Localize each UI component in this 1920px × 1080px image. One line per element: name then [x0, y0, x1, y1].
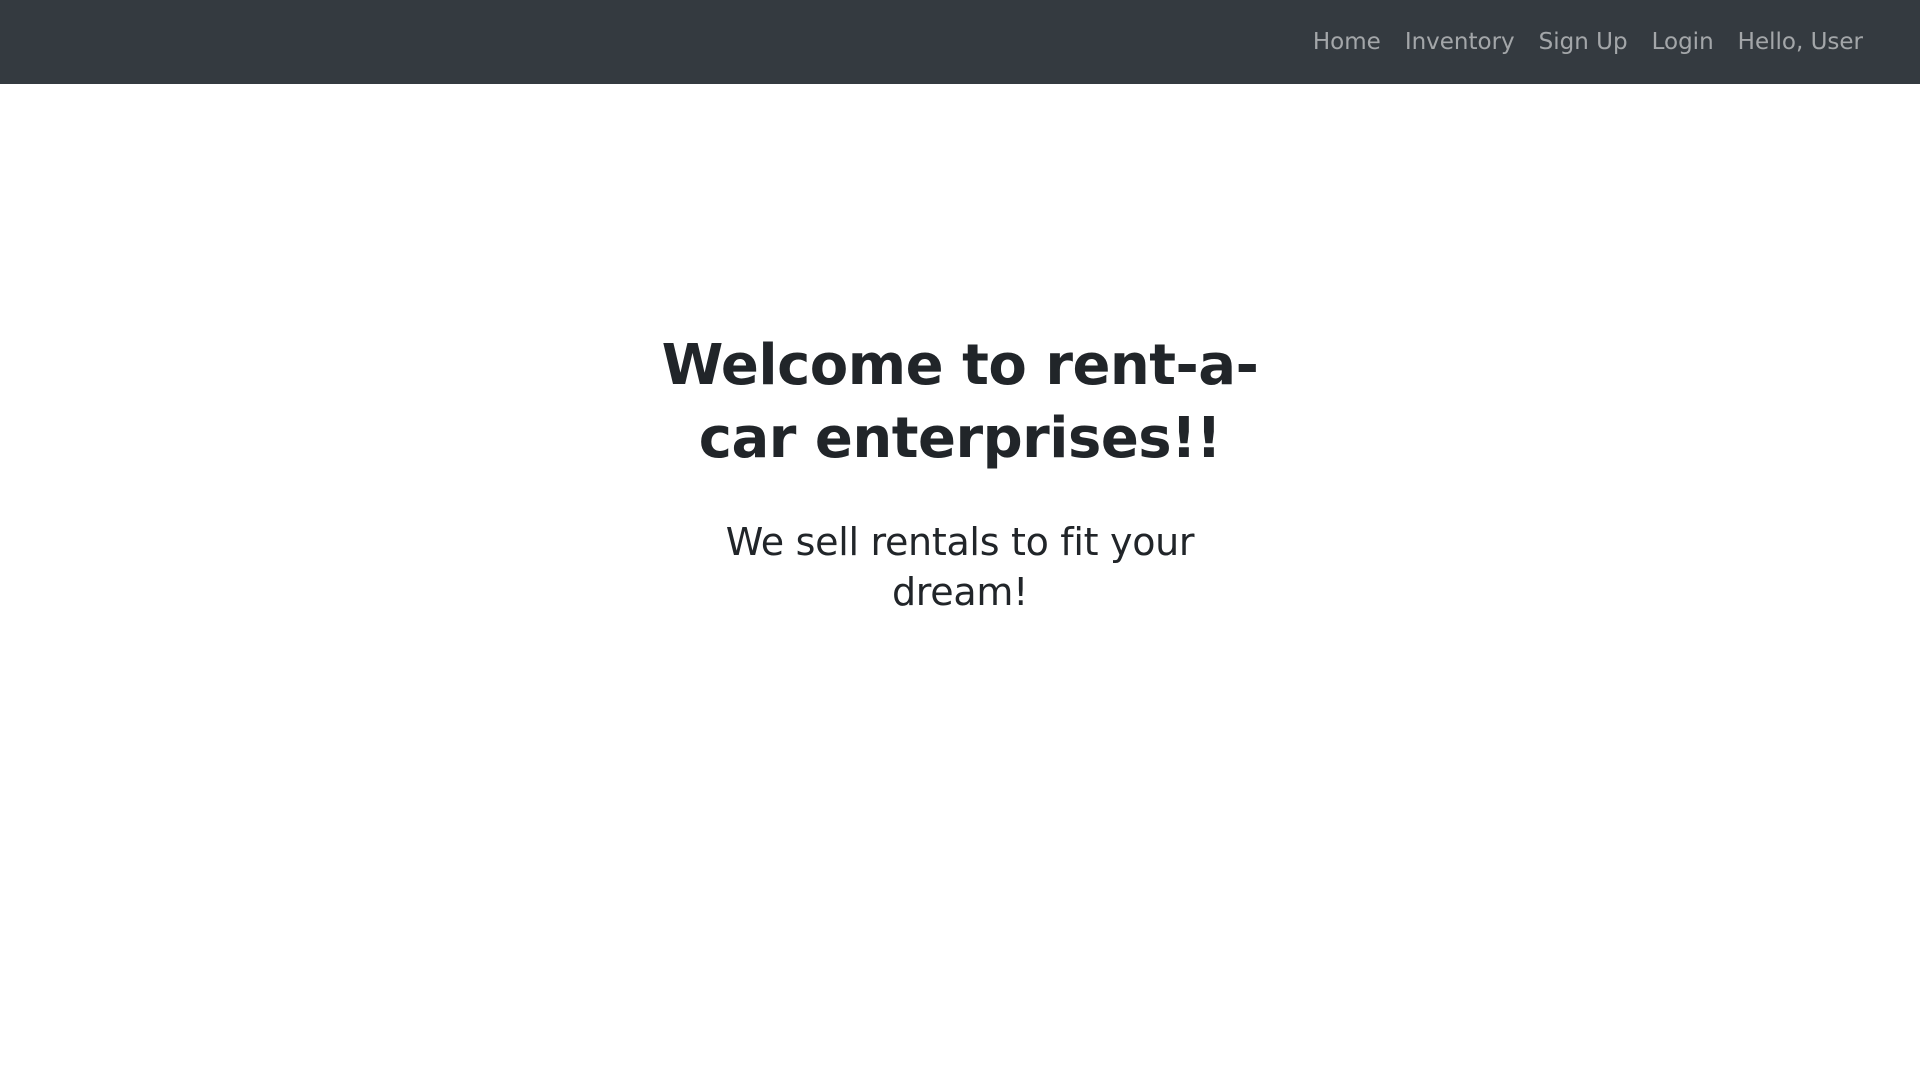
- main-content: Welcome to rent-a-car enterprises!! We s…: [0, 84, 1920, 1080]
- nav-link-home[interactable]: Home: [1313, 30, 1381, 54]
- nav-link-inventory[interactable]: Inventory: [1405, 30, 1515, 54]
- top-navbar: Home Inventory Sign Up Login Hello, User: [0, 0, 1920, 84]
- nav-link-sign-up[interactable]: Sign Up: [1539, 30, 1628, 54]
- page-title: Welcome to rent-a-car enterprises!!: [661, 333, 1259, 471]
- nav-link-login[interactable]: Login: [1652, 30, 1714, 54]
- nav-links: Home Inventory Sign Up Login Hello, User: [1313, 0, 1863, 84]
- page-subtitle: We sell rentals to fit your dream!: [725, 520, 1195, 614]
- hero-section: Welcome to rent-a-car enterprises!! We s…: [660, 329, 1260, 617]
- nav-link-user-greeting[interactable]: Hello, User: [1738, 30, 1863, 54]
